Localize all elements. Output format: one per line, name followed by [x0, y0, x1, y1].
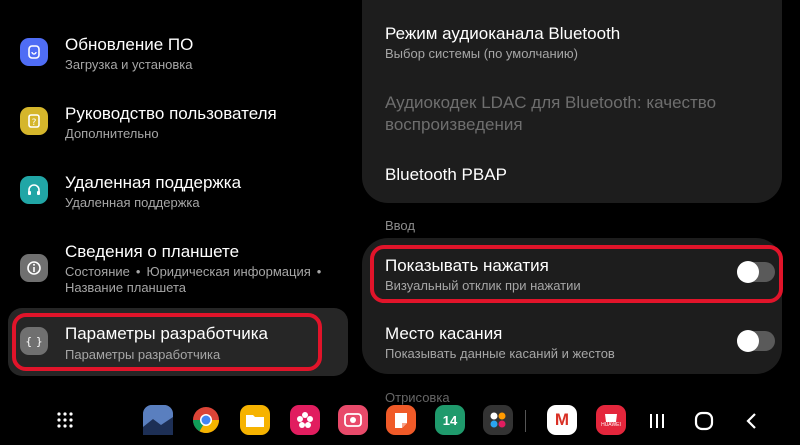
- menu-item-tablet-info[interactable]: Сведения о планшете Состояние • Юридическа…: [0, 237, 350, 303]
- photo-app-icon[interactable]: [143, 405, 173, 435]
- subtitle-part-legal: Юридическая информация: [146, 264, 311, 279]
- headset-icon: [20, 176, 48, 204]
- app-drawer-icon[interactable]: [50, 405, 80, 435]
- svg-text:?: ?: [32, 118, 37, 128]
- calendar-icon[interactable]: 14: [435, 405, 465, 435]
- menu-item-subtitle: Дополнительно: [65, 126, 159, 141]
- huawei-appgallery-icon[interactable]: HUAWEI: [596, 405, 626, 435]
- highlight-outline-developer: [12, 313, 322, 371]
- subtitle-part-tablet-name: Название планшета: [65, 280, 187, 295]
- pointer-location-title[interactable]: Место касания: [385, 324, 502, 344]
- toggle-knob: [737, 330, 759, 352]
- pointer-location-toggle[interactable]: [737, 330, 775, 352]
- menu-item-user-manual[interactable]: ? Руководство пользователя Дополнительно: [0, 99, 350, 167]
- info-icon: [20, 254, 48, 282]
- dock-divider: [525, 410, 526, 432]
- menu-item-title: Удаленная поддержка: [65, 173, 242, 192]
- bt-audio-channel-title[interactable]: Режим аудиоканала Bluetooth: [385, 24, 620, 44]
- software-update-icon: [20, 38, 48, 66]
- settings-menu: Обновление ПО Загрузка и установка ? Рук…: [0, 0, 350, 392]
- bluetooth-pbap-title[interactable]: Bluetooth PBAP: [385, 165, 507, 185]
- calendar-date-label: 14: [442, 412, 458, 428]
- separator: •: [135, 264, 141, 279]
- home-button[interactable]: [690, 407, 718, 435]
- separator: •: [316, 264, 322, 279]
- pointer-location-subtitle: Показывать данные касаний и жестов: [385, 346, 615, 361]
- recents-button[interactable]: [643, 407, 671, 435]
- menu-item-title: Руководство пользователя: [65, 104, 277, 123]
- highlight-outline-show-taps: [370, 245, 783, 303]
- chrome-icon[interactable]: [191, 405, 221, 435]
- menu-item-title: Сведения о планшете: [65, 242, 240, 261]
- menu-item-subtitle: Удаленная поддержка: [65, 195, 200, 210]
- menu-item-subtitle: Состояние • Юридическая информация • Назван…: [65, 264, 327, 296]
- subtitle-part-status: Состояние: [65, 264, 130, 279]
- menu-item-title: Обновление ПО: [65, 35, 194, 54]
- gmail-icon[interactable]: M: [547, 405, 577, 435]
- section-header-input: Ввод: [385, 218, 415, 233]
- user-manual-icon: ?: [20, 107, 48, 135]
- blossom-app-icon[interactable]: [290, 405, 320, 435]
- ldac-quality-title: Аудиокодек LDAC для Bluetooth: качество …: [385, 93, 717, 134]
- menu-item-remote-support[interactable]: Удаленная поддержка Удаленная поддержка: [0, 168, 350, 236]
- my-files-icon[interactable]: [240, 405, 270, 435]
- menu-item-software-update[interactable]: Обновление ПО Загрузка и установка: [0, 30, 350, 98]
- menu-item-subtitle: Загрузка и установка: [65, 57, 193, 72]
- back-button[interactable]: [738, 407, 766, 435]
- samsung-notes-icon[interactable]: [386, 405, 416, 435]
- gmail-label: M: [554, 410, 570, 429]
- folder-icon[interactable]: [483, 405, 513, 435]
- bt-audio-channel-subtitle: Выбор системы (по умолчанию): [385, 46, 578, 61]
- huawei-label: HUAWEI: [601, 422, 621, 428]
- screen-recorder-icon[interactable]: [338, 405, 368, 435]
